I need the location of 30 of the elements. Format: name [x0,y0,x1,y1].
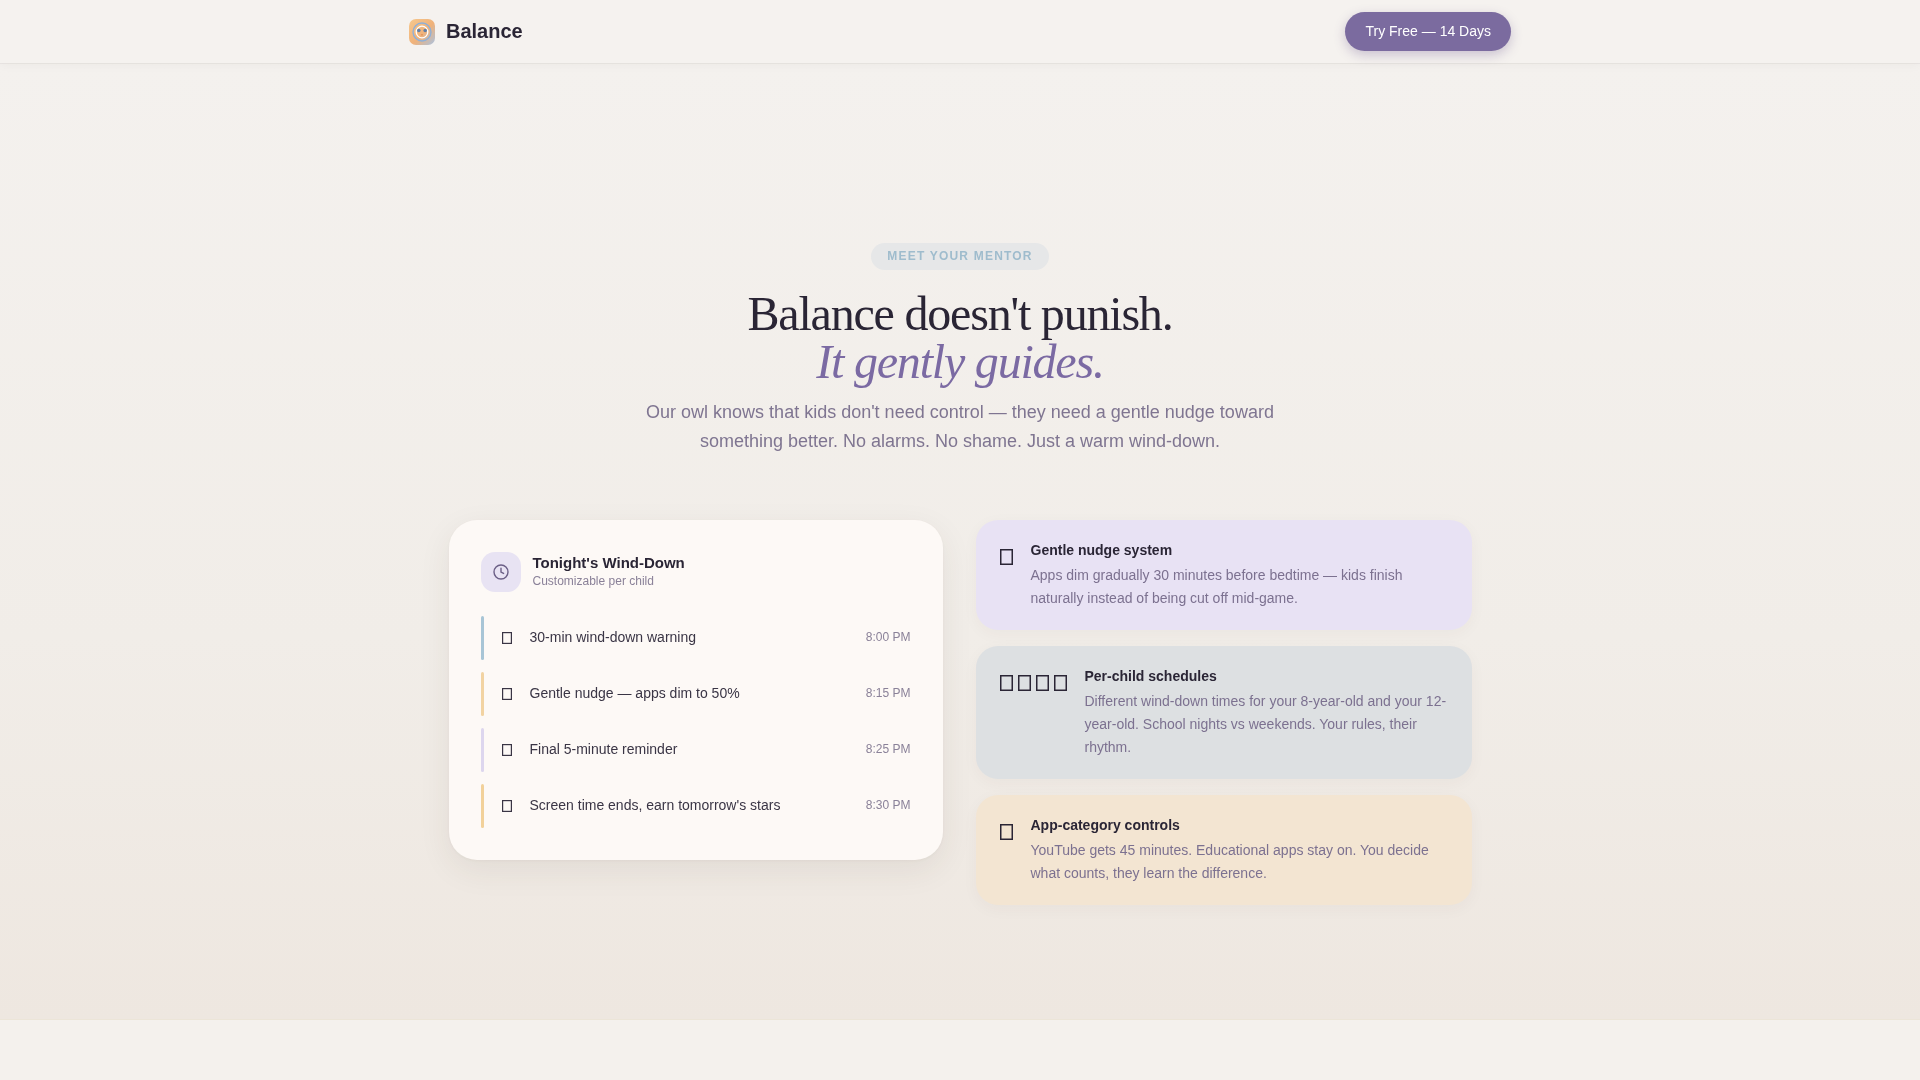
clock-icon [480,551,521,592]
lead-paragraph: Our owl knows that kids don't need control — they need a gentle nudge toward something better. No alarms. No shame. Just a warm wind-down. [645,401,1275,453]
section-badge: MEET YOUR MENTOR [871,243,1049,270]
square-icon [999,823,1013,840]
card-title: Tonight's Wind-Down [532,554,685,573]
square-icon [999,548,1013,565]
step-time: 8:00 PM [865,630,911,646]
feature-title: App-category controls [1030,815,1181,835]
step-time: 8:15 PM [865,686,911,702]
square-icon [501,631,512,644]
logo-icon [409,18,435,45]
square-icon [501,743,512,756]
card-subtitle: Customizable per child [532,574,655,590]
feature-description: YouTube gets 45 minutes. Educational apps stay on. You decide what counts, they learn the difference. [1030,840,1430,883]
step-label: Final 5-minute reminder [529,741,679,759]
feature-title: Per-child schedules [1084,666,1218,686]
step-time: 8:25 PM [865,742,911,758]
step-label: Gentle nudge — apps dim to 50% [529,685,741,703]
brand-name: Balance [446,20,523,43]
step-label: Screen time ends, earn tomorrow's stars [529,797,782,815]
feature-description: Different wind-down times for your 8-year-old and your 12-year-old. School nights vs weekends. Your rules, their rhythm. [1084,691,1448,757]
square-icon [501,687,512,700]
feature-title: Gentle nudge system [1030,540,1174,560]
feature-description: Apps dim gradually 30 minutes before bedtime — kids finish naturally instead of being cut off mid-game. [1030,565,1404,608]
squares-icon [999,674,1067,691]
headline: Balance doesn't punish. [747,290,1173,338]
try-free-button[interactable]: Try Free — 14 Days [1345,12,1511,51]
step-label: 30-min wind-down warning [529,629,698,647]
step-time: 8:30 PM [865,798,911,814]
square-icon [501,799,512,812]
